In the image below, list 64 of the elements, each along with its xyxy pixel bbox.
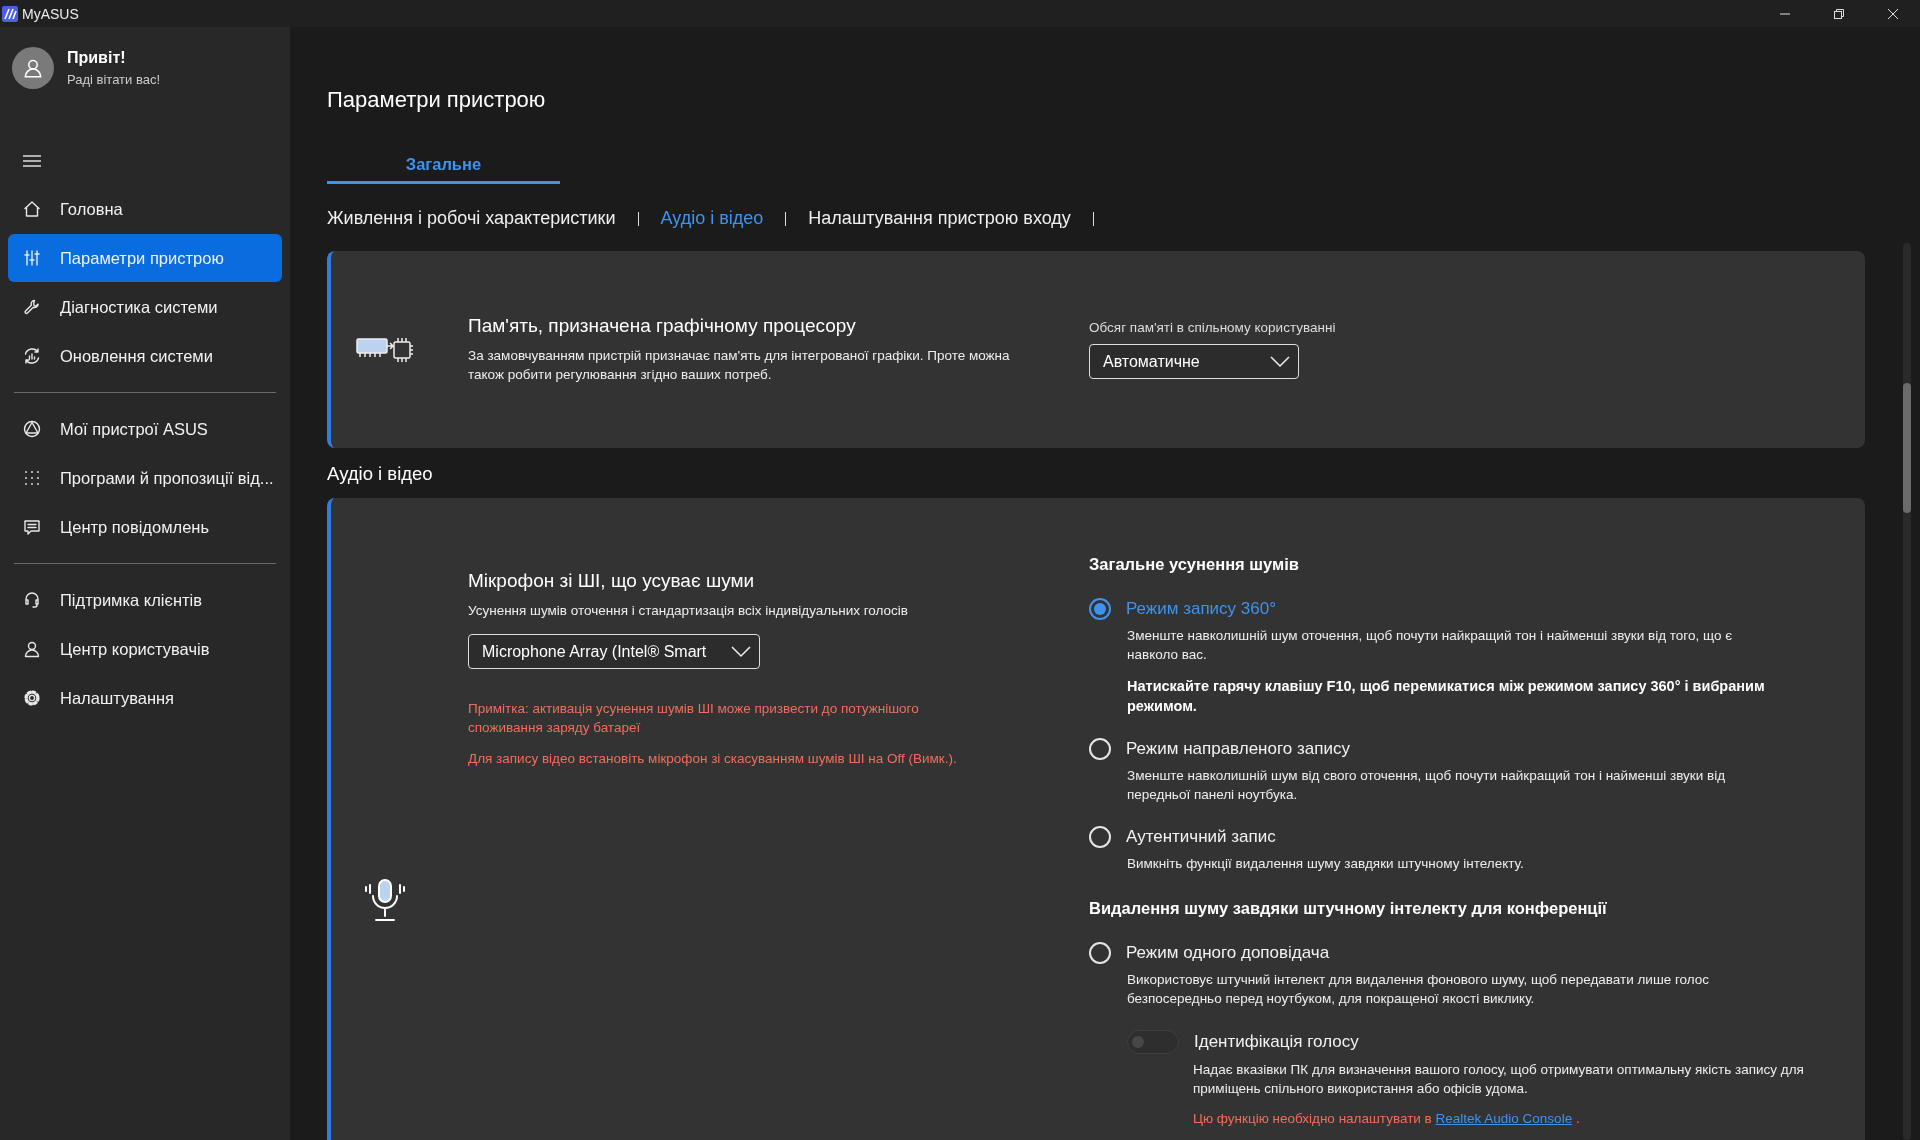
user-icon	[22, 639, 42, 659]
devices-icon	[22, 419, 42, 439]
close-icon[interactable]	[1888, 8, 1898, 19]
sidebar-item[interactable]: Центр повідомлень	[8, 503, 282, 551]
setup-note: Цю функцію необхідно налаштувати в Realtek Audio Console .	[1193, 1111, 1581, 1126]
window-title: MyASUS	[22, 5, 79, 22]
update-icon	[22, 346, 42, 366]
section-title: Аудіо і відео	[327, 463, 434, 485]
option-description: Використовує штучний інтелект для видалення фонового шуму, щоб передавати лише голос безпосередньо перед ноутбуком, для покращеної якості виклику.	[1127, 971, 1711, 1008]
toggle-label: Ідентифікація голосу	[1194, 1032, 1359, 1052]
greeting: Привіт!	[67, 49, 127, 67]
warning-text: Для запису відео встановіть мікрофон зі скасуванням шумів ШІ на Off (Вимк.).	[468, 750, 958, 768]
section-link[interactable]: Живлення і робочі характеристики	[327, 208, 616, 229]
apps-icon	[22, 468, 42, 488]
realtek-link[interactable]: Realtek Audio Console	[1435, 1111, 1573, 1126]
toggle-switch[interactable]	[1127, 1030, 1179, 1054]
radio-label[interactable]: Режим одного доповідача	[1126, 943, 1330, 963]
sidebar-item[interactable]: Центр користувачів	[8, 625, 282, 673]
home-icon	[22, 199, 42, 219]
sidebar-item[interactable]: Підтримка клієнтів	[8, 576, 282, 624]
card-description: Усунення шумів оточення і стандартизація всіх індивідуальних голосів	[468, 602, 909, 620]
card-description: За замовчуванням пристрій призначає пам'ять для інтегрованої графіки. Проте можна також робити регулювання згідно ваших потреб.	[468, 347, 1011, 384]
radio-label[interactable]: Режим направленого запису	[1126, 739, 1350, 759]
sidebar-item[interactable]: Програми й пропозиції від...	[8, 454, 282, 502]
option-description: Вимкніть функції видалення шуму завдяки штучному інтелекту.	[1127, 855, 1525, 873]
warning-text: Примітка: активація усунення шумів ШІ може призвести до потужнішого споживання заряду батареї	[468, 700, 920, 737]
field-label: Обсяг пам'яті в спільному користуванні	[1089, 320, 1337, 335]
radio-label[interactable]: Аутентичний запис	[1126, 827, 1276, 847]
card-title: Мікрофон зі ШІ, що усуває шуми	[468, 570, 756, 592]
option-description: Зменште навколишній шум оточення, щоб почути найкращий тон і найменші звуки від того, що є навколо вас.	[1127, 627, 1734, 664]
restore-icon[interactable]	[1834, 8, 1844, 19]
sidebar-item[interactable]: Налаштування	[8, 674, 282, 722]
headset-icon	[22, 590, 42, 610]
sliders-icon	[22, 248, 42, 268]
group-heading: Загальне усунення шумів	[1089, 555, 1300, 574]
sidebar-item[interactable]: Оновлення системи	[8, 332, 282, 380]
menu-icon[interactable]	[23, 155, 41, 167]
hotkey-note: Натискайте гарячу клавішу F10, щоб перемикатися між режимом запису 360° і вибраним режимом.	[1127, 677, 1766, 716]
sidebar-item[interactable]: Головна	[8, 185, 282, 233]
microphone-dropdown[interactable]: Microphone Array (Intel® Smart	[468, 634, 760, 669]
welcome-text: Раді вітати вас!	[67, 72, 161, 87]
radio-button[interactable]	[1089, 598, 1111, 620]
tab[interactable]: Загальне	[327, 155, 560, 184]
message-icon	[22, 517, 42, 537]
scrollbar[interactable]	[1902, 243, 1911, 1140]
radio-label[interactable]: Режим запису 360°	[1126, 599, 1276, 619]
chevron-down-icon	[731, 645, 751, 658]
wrench-icon	[22, 297, 42, 317]
app-logo-icon	[2, 5, 18, 22]
sidebar-item[interactable]: Мої пристрої ASUS	[8, 405, 282, 453]
settings-icon	[22, 688, 42, 708]
section-link[interactable]: Налаштування пристрою входу	[808, 208, 1071, 229]
option-description: Зменште навколишній шум від свого оточення, щоб почути найкращий тон і найменші звуки від передньої панелі ноутбука.	[1127, 767, 1727, 804]
memory-dropdown[interactable]: Автоматичне	[1089, 344, 1299, 379]
card-title: Пам'ять, призначена графічному процесору	[468, 315, 857, 337]
sidebar-item[interactable]: Діагностика системи	[8, 283, 282, 331]
avatar	[12, 47, 54, 89]
group-heading: Видалення шуму завдяки штучному інтелекту для конференції	[1089, 899, 1608, 918]
section-link[interactable]: Аудіо і відео	[660, 208, 764, 229]
chevron-down-icon	[1270, 355, 1290, 368]
page-title: Параметри пристрою	[327, 87, 547, 113]
sidebar-item[interactable]: Параметри пристрою	[8, 234, 282, 282]
microphone-icon	[362, 877, 407, 922]
option-description: Надає вказівки ПК для визначення вашого голосу, щоб отримувати оптимальну якість запису для приміщень спільного використання або офісів удома.	[1193, 1061, 1805, 1098]
